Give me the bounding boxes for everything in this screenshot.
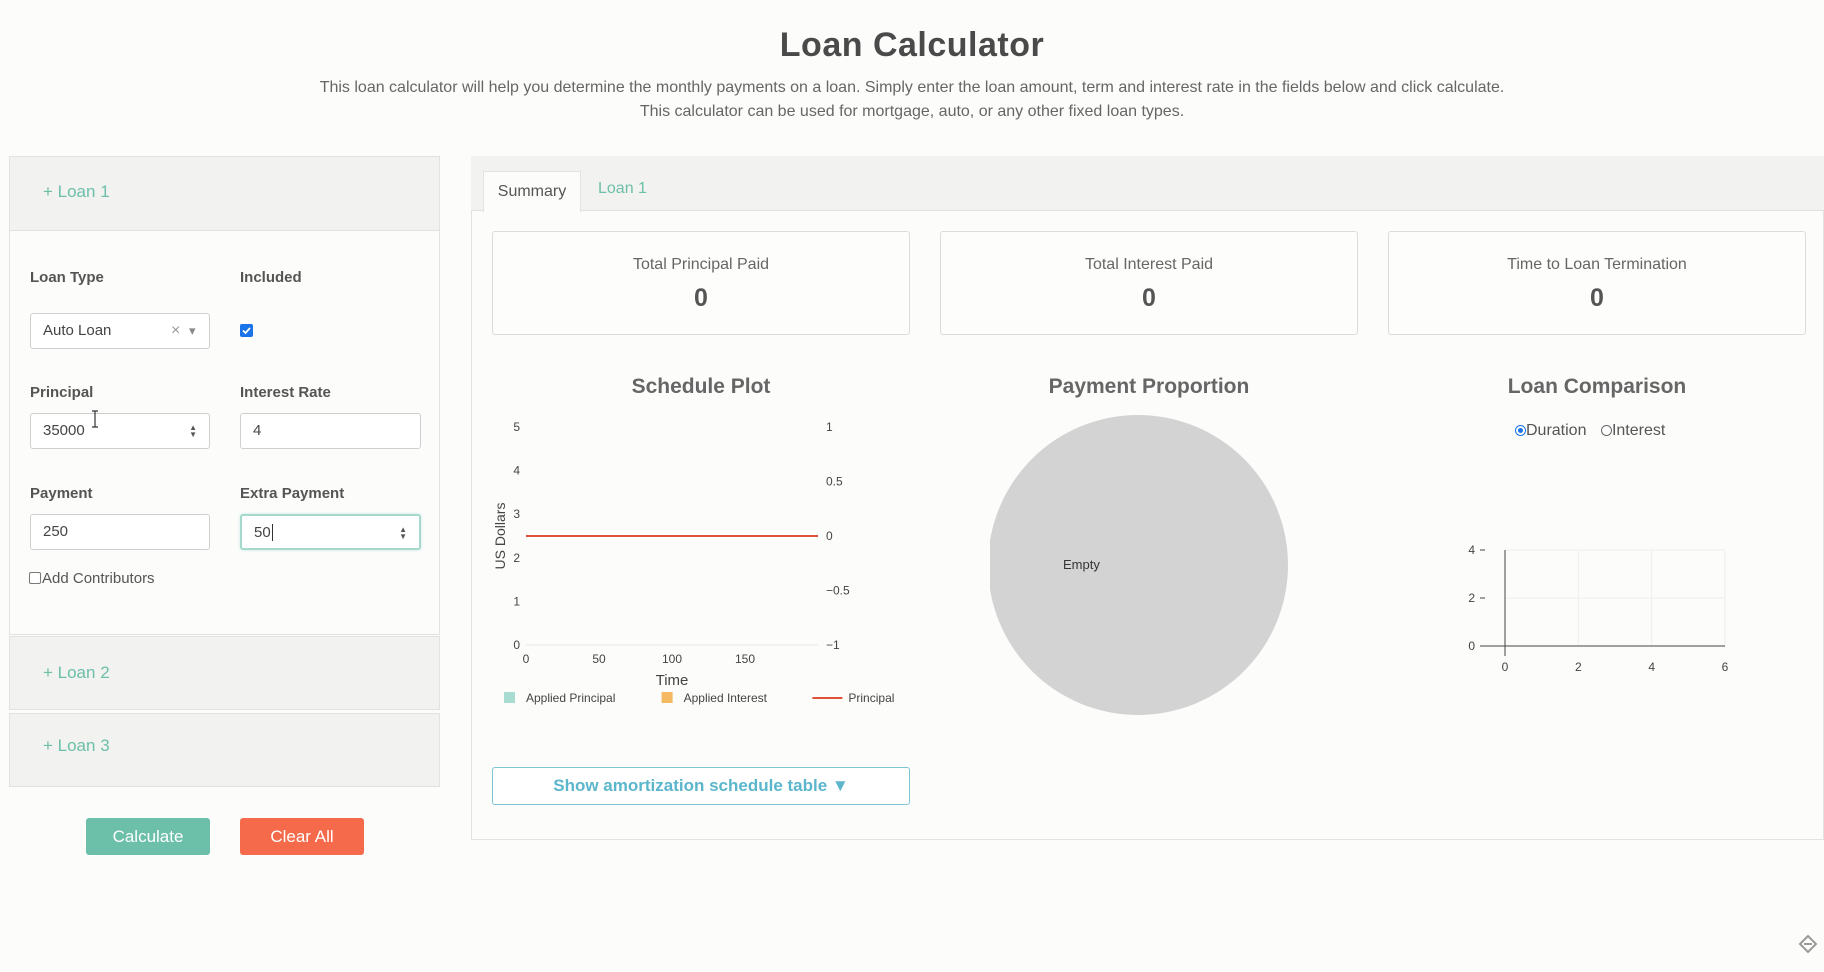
page-description-line2: This calculator can be used for mortgage…: [639, 103, 1185, 120]
clear-icon[interactable]: ×: [171, 314, 180, 348]
add-contributors-label: Add Contributors: [42, 570, 155, 587]
add-contributors-checkbox[interactable]: [29, 572, 41, 584]
included-label: Included: [240, 269, 302, 286]
y2-tick-label: −1: [826, 638, 840, 652]
loan-type-label: Loan Type: [30, 269, 104, 286]
y-tick-label: 2: [1468, 591, 1475, 605]
page-description-line1: This loan calculator will help you deter…: [319, 79, 1505, 96]
calculate-button[interactable]: Calculate: [86, 818, 210, 855]
included-checkbox[interactable]: [240, 324, 253, 337]
total-interest-card: Total Interest Paid 0: [940, 231, 1358, 335]
card-value: 0: [694, 284, 708, 312]
x-tick-label: 0: [1502, 660, 1509, 674]
x-tick-label: 50: [592, 652, 606, 666]
y2-tick-label: −0.5: [826, 584, 850, 598]
duration-radio[interactable]: [1515, 425, 1526, 436]
extra-payment-input[interactable]: 50 ▲ ▼: [240, 514, 421, 550]
y2-tick-label: 1: [826, 420, 833, 434]
loan-type-value: Auto Loan: [43, 322, 112, 339]
stepper-icon[interactable]: ▲ ▼: [399, 526, 407, 541]
y-tick-label: 0: [1468, 639, 1475, 653]
payment-label: Payment: [30, 485, 93, 502]
loan-type-select[interactable]: Auto Loan × ▾: [30, 313, 210, 349]
loan3-header-label: + Loan 3: [43, 736, 110, 755]
principal-input[interactable]: 35000 ▲ ▼: [30, 413, 210, 449]
chevron-down-icon[interactable]: ▾: [189, 314, 196, 348]
payment-proportion-title: Payment Proportion: [1048, 375, 1250, 398]
x-tick-label: 6: [1722, 660, 1729, 674]
total-principal-card: Total Principal Paid 0: [492, 231, 910, 335]
y-tick-label: 0: [513, 638, 520, 652]
card-label: Time to Loan Termination: [1507, 256, 1687, 273]
loan-comparison-chart: 0 2 4 6 0 2 4: [1468, 543, 1729, 674]
loan1-accordion-header[interactable]: + Loan 1: [9, 156, 440, 231]
show-amortization-button[interactable]: Show amortization schedule table ▼: [492, 767, 910, 805]
time-to-termination-card: Time to Loan Termination 0: [1388, 231, 1806, 335]
schedule-plot-title: Schedule Plot: [631, 375, 771, 398]
legend-swatch: [504, 692, 515, 703]
tab-loan1[interactable]: Loan 1: [598, 180, 647, 198]
card-value: 0: [1590, 284, 1604, 312]
y-tick-label: 1: [513, 594, 520, 608]
y-tick-label: 4: [513, 464, 520, 478]
x-axis-label: Time: [656, 672, 689, 689]
principal-label: Principal: [30, 384, 94, 401]
x-tick-label: 100: [662, 652, 682, 666]
legend-swatch: [661, 692, 673, 703]
y-tick-label: 5: [513, 420, 520, 434]
comparison-options: Duration Interest: [1515, 422, 1665, 440]
interest-radio[interactable]: [1600, 425, 1612, 436]
loan-comparison-title: Loan Comparison: [1507, 375, 1687, 398]
card-value: 0: [1142, 284, 1156, 312]
y2-tick-label: 0: [826, 529, 833, 543]
interest-label: Interest: [1611, 422, 1666, 439]
loan2-header-label: + Loan 2: [43, 663, 110, 682]
schedule-plot-chart: 0123450 50 100 150−1−0.500.51TimeUS Dollars…: [492, 420, 894, 705]
x-tick-label: 4: [1648, 660, 1655, 674]
corner-resize-icon[interactable]: [1796, 932, 1818, 954]
page-title: Loan Calculator: [779, 26, 1045, 64]
x-tick-label: 2: [1575, 660, 1582, 674]
extra-payment-value: 50: [254, 524, 271, 541]
y2-tick-label: 0.5: [826, 475, 843, 489]
payment-proportion-chart: Empty: [990, 415, 1288, 715]
pie-slice: [990, 415, 1288, 715]
clear-all-button[interactable]: Clear All: [240, 818, 364, 855]
loan1-header-label: + Loan 1: [43, 182, 110, 201]
text-cursor-icon: [92, 410, 98, 428]
card-label: Total Interest Paid: [1084, 256, 1214, 273]
legend-label: Applied Interest: [684, 691, 768, 705]
y-tick-label: 3: [513, 507, 520, 521]
duration-label: Duration: [1526, 422, 1587, 439]
y-tick-label: 4: [1468, 543, 1475, 557]
legend-label: Principal: [848, 691, 894, 705]
tab-summary[interactable]: Summary: [483, 171, 581, 212]
extra-payment-label: Extra Payment: [240, 485, 345, 502]
stepper-icon[interactable]: ▲ ▼: [189, 424, 197, 439]
x-tick-label: 150: [735, 652, 755, 666]
results-tabbar: [471, 156, 1824, 211]
loan2-accordion-header[interactable]: + Loan 2: [9, 636, 440, 710]
payment-input[interactable]: 250: [30, 514, 210, 550]
payment-value: 250: [43, 523, 69, 540]
y-tick-label: 2: [513, 551, 520, 565]
legend-label: Applied Principal: [526, 691, 615, 705]
card-label: Total Principal Paid: [632, 256, 770, 273]
pie-slice-label: Empty: [1063, 557, 1100, 572]
loan3-accordion-header[interactable]: + Loan 3: [9, 713, 440, 787]
x-tick-label: 0: [523, 652, 530, 666]
principal-value: 35000: [43, 422, 85, 439]
y-axis-label: US Dollars: [492, 503, 508, 570]
interest-rate-input[interactable]: 4: [240, 413, 421, 449]
interest-rate-value: 4: [253, 422, 262, 439]
interest-rate-label: Interest Rate: [240, 384, 331, 401]
checkmark-icon: [242, 327, 251, 335]
